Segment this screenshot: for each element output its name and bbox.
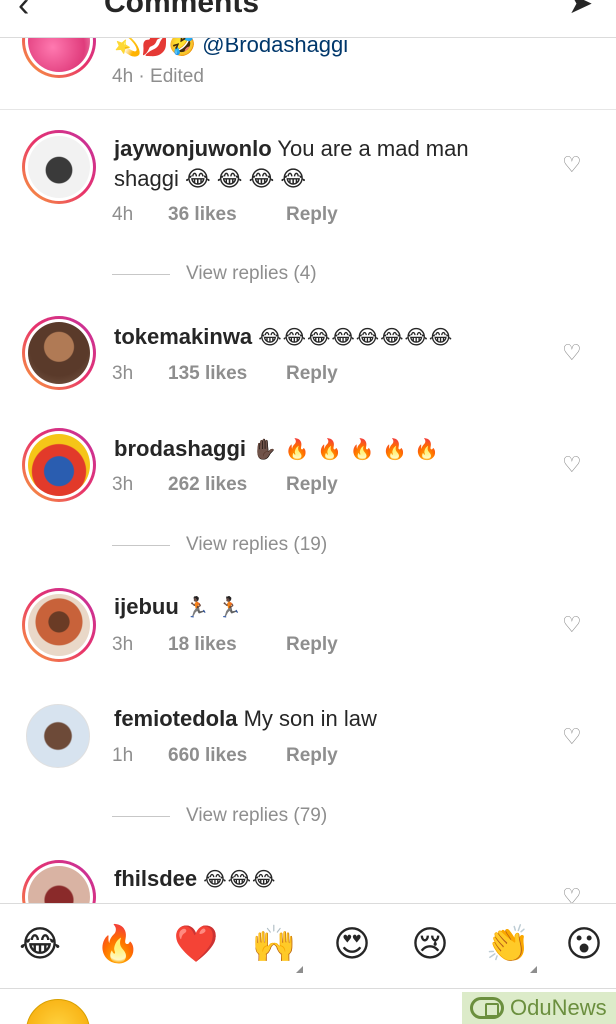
previous-comment: 💫💋🤣 @Brodashaggi 4h · Edited bbox=[0, 4, 616, 110]
comment-time: 4h bbox=[112, 204, 134, 225]
comment-text: My son in law bbox=[243, 706, 377, 731]
comment-meta: 3h 18 likes Reply bbox=[112, 634, 338, 656]
skin-tone-indicator-icon bbox=[296, 966, 303, 973]
comment-text: ✋🏿 🔥 🔥 🔥 🔥 🔥 bbox=[252, 439, 441, 461]
avatar[interactable] bbox=[22, 428, 96, 502]
odunews-logo-icon bbox=[470, 997, 504, 1019]
comment-time: 3h bbox=[112, 363, 134, 384]
comment-likes[interactable]: 262 likes bbox=[168, 474, 286, 496]
reply-button[interactable]: Reply bbox=[286, 204, 338, 226]
comment-body: ijebuu 🏃🏿 🏃🏿 bbox=[114, 592, 544, 623]
comment-body: femiotedola My son in law bbox=[114, 704, 544, 734]
avatar[interactable] bbox=[26, 704, 90, 768]
comment-username[interactable]: jaywonjuwonlo bbox=[114, 136, 272, 161]
comment-likes[interactable]: 135 likes bbox=[168, 363, 286, 385]
send-icon[interactable]: ➤ bbox=[568, 0, 593, 21]
comment-username[interactable]: fhilsdee bbox=[114, 866, 197, 891]
comment-time: 3h bbox=[112, 474, 134, 495]
heart-eyes-emoji-button[interactable]: 😍 bbox=[328, 922, 376, 966]
comment-likes[interactable]: 36 likes bbox=[168, 204, 286, 226]
view-replies-label: View replies (4) bbox=[186, 263, 317, 284]
comment-body: tokemakinwa 😂😂😂😂😂😂😂😂 bbox=[114, 322, 544, 353]
comment-username[interactable]: brodashaggi bbox=[114, 436, 246, 461]
comment-username[interactable]: ijebuu bbox=[114, 594, 179, 619]
comment-body: jaywonjuwonlo You are a mad man shaggi 😂… bbox=[114, 134, 544, 194]
comment-username[interactable]: femiotedola bbox=[114, 706, 237, 731]
comment-body: fhilsdee 😂😂😂 bbox=[114, 864, 544, 895]
comment-text: You are a mad man bbox=[277, 136, 469, 161]
comment-meta: 4h 36 likes Reply bbox=[112, 204, 338, 226]
view-replies-label: View replies (79) bbox=[186, 805, 328, 826]
view-replies-button[interactable]: View replies (19) bbox=[112, 534, 412, 556]
avatar[interactable] bbox=[22, 588, 96, 662]
page-title: Comments bbox=[104, 0, 260, 19]
comment-text: 😂😂😂 bbox=[203, 869, 277, 891]
reply-button[interactable]: Reply bbox=[286, 474, 338, 496]
my-avatar bbox=[26, 999, 90, 1024]
comment-text: 🏃🏿 🏃🏿 bbox=[184, 597, 244, 619]
reply-button[interactable]: Reply bbox=[286, 745, 338, 767]
comment-meta: 3h 135 likes Reply bbox=[112, 363, 338, 385]
surprised-emoji-button[interactable]: 😮 bbox=[560, 922, 608, 966]
like-heart-icon[interactable]: ♡ bbox=[562, 152, 582, 178]
emoji-quick-bar: 😂 🔥 ❤️ 🙌 😍 😢 👏 😮 bbox=[0, 903, 616, 989]
watermark-text: OduNews bbox=[510, 995, 607, 1020]
divider bbox=[112, 273, 170, 275]
raised-hands-emoji-button[interactable]: 🙌 bbox=[250, 922, 298, 966]
comment-time: 3h bbox=[112, 634, 134, 655]
comment-likes[interactable]: 18 likes bbox=[168, 634, 286, 656]
comment-meta: 4h · Edited bbox=[112, 66, 204, 87]
view-replies-button[interactable]: View replies (4) bbox=[112, 263, 412, 285]
like-heart-icon[interactable]: ♡ bbox=[562, 340, 582, 366]
odunews-watermark: OduNews bbox=[462, 992, 616, 1024]
comment-text: 😂😂😂😂😂😂😂😂 bbox=[258, 327, 454, 349]
like-heart-icon[interactable]: ♡ bbox=[562, 452, 582, 478]
heart-emoji-button[interactable]: ❤️ bbox=[172, 922, 220, 966]
comment-likes[interactable]: 660 likes bbox=[168, 745, 286, 767]
comment-username[interactable]: tokemakinwa bbox=[114, 324, 252, 349]
crying-emoji-button[interactable]: 😢 bbox=[406, 922, 454, 966]
view-replies-button[interactable]: View replies (79) bbox=[112, 805, 412, 827]
reply-button[interactable]: Reply bbox=[286, 634, 338, 656]
tears-of-joy-emoji-button[interactable]: 😂 bbox=[16, 922, 64, 966]
comment-time: 1h bbox=[112, 745, 134, 766]
reply-button[interactable]: Reply bbox=[286, 363, 338, 385]
clapping-emoji-button[interactable]: 👏 bbox=[484, 922, 532, 966]
skin-tone-indicator-icon bbox=[530, 966, 537, 973]
divider bbox=[112, 544, 170, 546]
comment-text-continued: shaggi 😂 😂 😂 😂 bbox=[114, 166, 307, 191]
avatar[interactable] bbox=[22, 316, 96, 390]
avatar[interactable] bbox=[22, 130, 96, 204]
comment-meta: 3h 262 likes Reply bbox=[112, 474, 338, 496]
fire-emoji-button[interactable]: 🔥 bbox=[94, 922, 142, 966]
divider bbox=[112, 815, 170, 817]
back-arrow-icon[interactable]: ‹ bbox=[18, 0, 29, 25]
comment-meta: 1h 660 likes Reply bbox=[112, 745, 338, 767]
like-heart-icon[interactable]: ♡ bbox=[562, 612, 582, 638]
comment-body: brodashaggi ✋🏿 🔥 🔥 🔥 🔥 🔥 bbox=[114, 434, 544, 465]
like-heart-icon[interactable]: ♡ bbox=[562, 724, 582, 750]
comments-header: ‹ Comments ➤ bbox=[0, 0, 616, 38]
view-replies-label: View replies (19) bbox=[186, 534, 328, 555]
